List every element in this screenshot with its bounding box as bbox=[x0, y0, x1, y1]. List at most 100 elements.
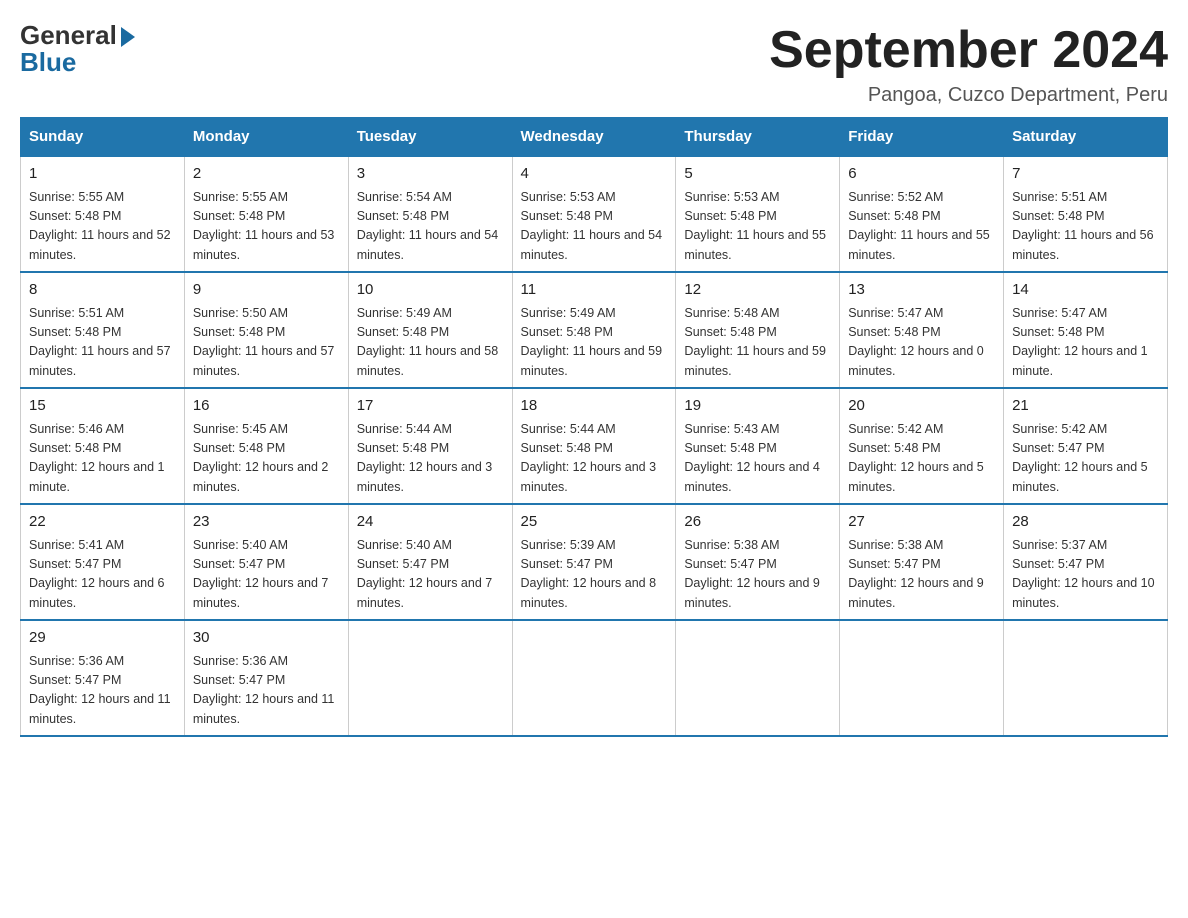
calendar-cell: 23 Sunrise: 5:40 AMSunset: 5:47 PMDaylig… bbox=[184, 504, 348, 620]
day-info: Sunrise: 5:53 AMSunset: 5:48 PMDaylight:… bbox=[684, 190, 826, 262]
calendar-cell: 2 Sunrise: 5:55 AMSunset: 5:48 PMDayligh… bbox=[184, 156, 348, 272]
calendar-header-wednesday: Wednesday bbox=[512, 118, 676, 157]
day-info: Sunrise: 5:55 AMSunset: 5:48 PMDaylight:… bbox=[193, 190, 335, 262]
day-info: Sunrise: 5:36 AMSunset: 5:47 PMDaylight:… bbox=[29, 654, 171, 726]
calendar-week-row: 22 Sunrise: 5:41 AMSunset: 5:47 PMDaylig… bbox=[21, 504, 1168, 620]
day-number: 9 bbox=[193, 279, 340, 302]
day-number: 7 bbox=[1012, 163, 1159, 186]
day-number: 1 bbox=[29, 163, 176, 186]
calendar-cell bbox=[676, 620, 840, 736]
day-info: Sunrise: 5:42 AMSunset: 5:47 PMDaylight:… bbox=[1012, 422, 1148, 494]
day-info: Sunrise: 5:37 AMSunset: 5:47 PMDaylight:… bbox=[1012, 538, 1154, 610]
day-number: 2 bbox=[193, 163, 340, 186]
calendar-week-row: 29 Sunrise: 5:36 AMSunset: 5:47 PMDaylig… bbox=[21, 620, 1168, 736]
calendar-header-monday: Monday bbox=[184, 118, 348, 157]
day-number: 18 bbox=[521, 395, 668, 418]
calendar-cell: 11 Sunrise: 5:49 AMSunset: 5:48 PMDaylig… bbox=[512, 272, 676, 388]
day-number: 6 bbox=[848, 163, 995, 186]
day-info: Sunrise: 5:52 AMSunset: 5:48 PMDaylight:… bbox=[848, 190, 990, 262]
day-info: Sunrise: 5:49 AMSunset: 5:48 PMDaylight:… bbox=[357, 306, 499, 378]
calendar-header-sunday: Sunday bbox=[21, 118, 185, 157]
day-number: 22 bbox=[29, 511, 176, 534]
calendar-cell bbox=[512, 620, 676, 736]
calendar-cell bbox=[348, 620, 512, 736]
day-info: Sunrise: 5:54 AMSunset: 5:48 PMDaylight:… bbox=[357, 190, 499, 262]
day-info: Sunrise: 5:45 AMSunset: 5:48 PMDaylight:… bbox=[193, 422, 329, 494]
day-info: Sunrise: 5:49 AMSunset: 5:48 PMDaylight:… bbox=[521, 306, 663, 378]
calendar-header-row: SundayMondayTuesdayWednesdayThursdayFrid… bbox=[21, 118, 1168, 157]
calendar-header-tuesday: Tuesday bbox=[348, 118, 512, 157]
day-info: Sunrise: 5:39 AMSunset: 5:47 PMDaylight:… bbox=[521, 538, 657, 610]
calendar-cell bbox=[840, 620, 1004, 736]
day-info: Sunrise: 5:50 AMSunset: 5:48 PMDaylight:… bbox=[193, 306, 335, 378]
calendar-week-row: 8 Sunrise: 5:51 AMSunset: 5:48 PMDayligh… bbox=[21, 272, 1168, 388]
day-info: Sunrise: 5:53 AMSunset: 5:48 PMDaylight:… bbox=[521, 190, 663, 262]
day-number: 12 bbox=[684, 279, 831, 302]
day-info: Sunrise: 5:44 AMSunset: 5:48 PMDaylight:… bbox=[357, 422, 493, 494]
calendar-cell: 21 Sunrise: 5:42 AMSunset: 5:47 PMDaylig… bbox=[1004, 388, 1168, 504]
calendar-cell: 16 Sunrise: 5:45 AMSunset: 5:48 PMDaylig… bbox=[184, 388, 348, 504]
calendar-header-thursday: Thursday bbox=[676, 118, 840, 157]
day-info: Sunrise: 5:47 AMSunset: 5:48 PMDaylight:… bbox=[848, 306, 984, 378]
calendar-cell: 4 Sunrise: 5:53 AMSunset: 5:48 PMDayligh… bbox=[512, 156, 676, 272]
day-number: 8 bbox=[29, 279, 176, 302]
day-number: 4 bbox=[521, 163, 668, 186]
day-info: Sunrise: 5:46 AMSunset: 5:48 PMDaylight:… bbox=[29, 422, 165, 494]
calendar-cell: 27 Sunrise: 5:38 AMSunset: 5:47 PMDaylig… bbox=[840, 504, 1004, 620]
logo: General Blue bbox=[20, 20, 135, 78]
page-header: General Blue September 2024 Pangoa, Cuzc… bbox=[20, 20, 1168, 107]
calendar-cell: 24 Sunrise: 5:40 AMSunset: 5:47 PMDaylig… bbox=[348, 504, 512, 620]
calendar-cell: 7 Sunrise: 5:51 AMSunset: 5:48 PMDayligh… bbox=[1004, 156, 1168, 272]
calendar-cell: 19 Sunrise: 5:43 AMSunset: 5:48 PMDaylig… bbox=[676, 388, 840, 504]
calendar-cell: 9 Sunrise: 5:50 AMSunset: 5:48 PMDayligh… bbox=[184, 272, 348, 388]
calendar-cell: 18 Sunrise: 5:44 AMSunset: 5:48 PMDaylig… bbox=[512, 388, 676, 504]
day-number: 23 bbox=[193, 511, 340, 534]
calendar-cell: 26 Sunrise: 5:38 AMSunset: 5:47 PMDaylig… bbox=[676, 504, 840, 620]
calendar-cell: 6 Sunrise: 5:52 AMSunset: 5:48 PMDayligh… bbox=[840, 156, 1004, 272]
day-info: Sunrise: 5:44 AMSunset: 5:48 PMDaylight:… bbox=[521, 422, 657, 494]
day-number: 21 bbox=[1012, 395, 1159, 418]
calendar-cell: 12 Sunrise: 5:48 AMSunset: 5:48 PMDaylig… bbox=[676, 272, 840, 388]
calendar-cell: 8 Sunrise: 5:51 AMSunset: 5:48 PMDayligh… bbox=[21, 272, 185, 388]
title-block: September 2024 Pangoa, Cuzco Department,… bbox=[769, 20, 1168, 107]
calendar-cell: 29 Sunrise: 5:36 AMSunset: 5:47 PMDaylig… bbox=[21, 620, 185, 736]
day-number: 14 bbox=[1012, 279, 1159, 302]
calendar-cell: 25 Sunrise: 5:39 AMSunset: 5:47 PMDaylig… bbox=[512, 504, 676, 620]
day-info: Sunrise: 5:40 AMSunset: 5:47 PMDaylight:… bbox=[193, 538, 329, 610]
day-number: 20 bbox=[848, 395, 995, 418]
calendar-cell: 20 Sunrise: 5:42 AMSunset: 5:48 PMDaylig… bbox=[840, 388, 1004, 504]
day-number: 10 bbox=[357, 279, 504, 302]
day-info: Sunrise: 5:51 AMSunset: 5:48 PMDaylight:… bbox=[1012, 190, 1154, 262]
calendar-header-saturday: Saturday bbox=[1004, 118, 1168, 157]
day-number: 11 bbox=[521, 279, 668, 302]
calendar-cell: 1 Sunrise: 5:55 AMSunset: 5:48 PMDayligh… bbox=[21, 156, 185, 272]
day-number: 24 bbox=[357, 511, 504, 534]
day-number: 25 bbox=[521, 511, 668, 534]
day-number: 3 bbox=[357, 163, 504, 186]
day-info: Sunrise: 5:51 AMSunset: 5:48 PMDaylight:… bbox=[29, 306, 171, 378]
calendar-week-row: 15 Sunrise: 5:46 AMSunset: 5:48 PMDaylig… bbox=[21, 388, 1168, 504]
calendar-table: SundayMondayTuesdayWednesdayThursdayFrid… bbox=[20, 117, 1168, 737]
day-number: 13 bbox=[848, 279, 995, 302]
day-info: Sunrise: 5:42 AMSunset: 5:48 PMDaylight:… bbox=[848, 422, 984, 494]
day-info: Sunrise: 5:40 AMSunset: 5:47 PMDaylight:… bbox=[357, 538, 493, 610]
calendar-cell: 14 Sunrise: 5:47 AMSunset: 5:48 PMDaylig… bbox=[1004, 272, 1168, 388]
day-number: 29 bbox=[29, 627, 176, 650]
calendar-cell: 17 Sunrise: 5:44 AMSunset: 5:48 PMDaylig… bbox=[348, 388, 512, 504]
day-info: Sunrise: 5:38 AMSunset: 5:47 PMDaylight:… bbox=[848, 538, 984, 610]
calendar-week-row: 1 Sunrise: 5:55 AMSunset: 5:48 PMDayligh… bbox=[21, 156, 1168, 272]
calendar-cell: 28 Sunrise: 5:37 AMSunset: 5:47 PMDaylig… bbox=[1004, 504, 1168, 620]
calendar-cell: 3 Sunrise: 5:54 AMSunset: 5:48 PMDayligh… bbox=[348, 156, 512, 272]
day-info: Sunrise: 5:48 AMSunset: 5:48 PMDaylight:… bbox=[684, 306, 826, 378]
location: Pangoa, Cuzco Department, Peru bbox=[769, 84, 1168, 107]
day-number: 16 bbox=[193, 395, 340, 418]
day-number: 30 bbox=[193, 627, 340, 650]
calendar-header-friday: Friday bbox=[840, 118, 1004, 157]
day-info: Sunrise: 5:47 AMSunset: 5:48 PMDaylight:… bbox=[1012, 306, 1148, 378]
calendar-cell: 10 Sunrise: 5:49 AMSunset: 5:48 PMDaylig… bbox=[348, 272, 512, 388]
day-number: 28 bbox=[1012, 511, 1159, 534]
day-info: Sunrise: 5:36 AMSunset: 5:47 PMDaylight:… bbox=[193, 654, 335, 726]
calendar-cell: 15 Sunrise: 5:46 AMSunset: 5:48 PMDaylig… bbox=[21, 388, 185, 504]
day-number: 26 bbox=[684, 511, 831, 534]
calendar-cell: 13 Sunrise: 5:47 AMSunset: 5:48 PMDaylig… bbox=[840, 272, 1004, 388]
